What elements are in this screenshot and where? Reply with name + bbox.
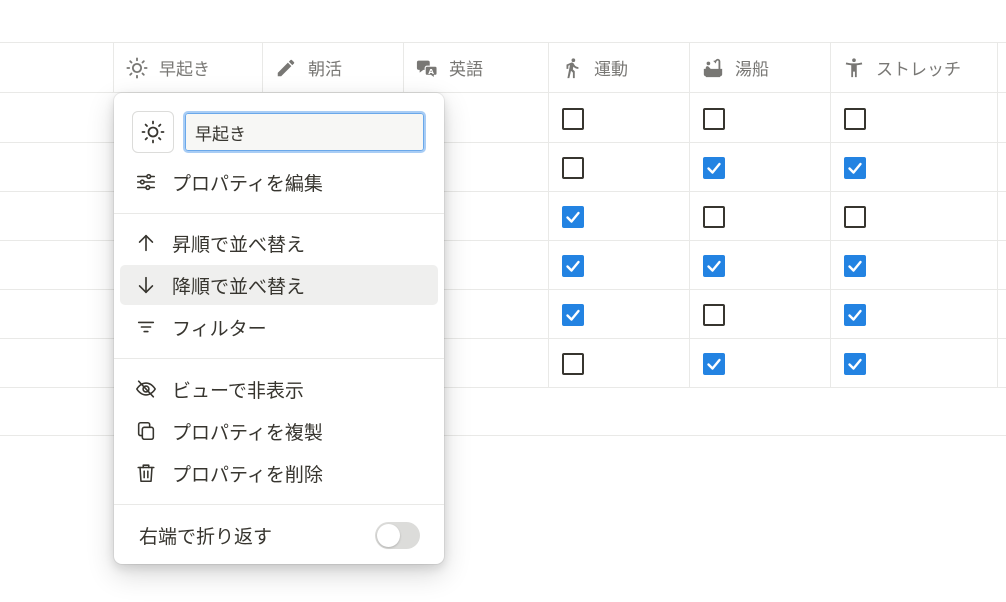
column-header-yubune[interactable]: 湯船	[689, 43, 830, 92]
column-divider	[830, 42, 831, 388]
sort-ascending-item[interactable]: 昇順で並べ替え	[120, 223, 438, 263]
checkbox[interactable]	[703, 304, 725, 326]
stretch-icon	[842, 56, 866, 80]
duplicate-property-label: プロパティを複製	[172, 421, 323, 444]
column-header-stretch[interactable]: ストレッチ	[830, 43, 997, 92]
edit-property-item[interactable]: プロパティを編集	[120, 162, 438, 202]
checkmark-icon	[566, 211, 580, 223]
sort-descending-item[interactable]: 降順で並べ替え	[120, 265, 438, 305]
database-table-view: 早起き 朝活 A 英語 運動 湯船 ストレッチ 早起き プロパティを編集 昇順で…	[0, 0, 1006, 602]
checkbox[interactable]	[703, 157, 725, 179]
checkmark-icon	[707, 260, 721, 272]
menu-separator	[114, 504, 444, 505]
property-name-input[interactable]	[183, 111, 426, 153]
column-header-label: 運動	[594, 60, 628, 80]
checkbox[interactable]	[844, 304, 866, 326]
checkbox[interactable]	[844, 206, 866, 228]
filter-label: フィルター	[172, 317, 267, 340]
column-divider	[548, 42, 549, 388]
running-icon	[560, 56, 584, 80]
pencil-icon	[274, 56, 298, 80]
filter-item[interactable]: フィルター	[120, 307, 438, 347]
svg-text:A: A	[428, 66, 434, 75]
delete-property-label: プロパティを削除	[172, 463, 323, 486]
menu-separator	[114, 213, 444, 214]
duplicate-property-item[interactable]: プロパティを複製	[120, 411, 438, 451]
column-header-label: ストレッチ	[876, 60, 961, 80]
column-divider	[997, 42, 998, 388]
arrow-down-icon	[134, 273, 158, 297]
checkmark-icon	[707, 162, 721, 174]
sun-icon	[125, 56, 149, 80]
checkmark-icon	[566, 260, 580, 272]
eye-off-icon	[134, 377, 158, 401]
checkbox[interactable]	[844, 353, 866, 375]
checkbox[interactable]	[703, 206, 725, 228]
toggle-knob	[377, 524, 400, 547]
checkmark-icon	[566, 309, 580, 321]
translate-icon: A	[415, 56, 439, 80]
checkmark-icon	[848, 309, 862, 321]
column-divider	[689, 42, 690, 388]
menu-separator	[114, 358, 444, 359]
checkbox[interactable]	[844, 108, 866, 130]
checkbox[interactable]	[844, 157, 866, 179]
arrow-up-icon	[134, 231, 158, 255]
filter-icon	[134, 315, 158, 339]
checkbox[interactable]	[703, 108, 725, 130]
wrap-column-label: 右端で折り返す	[139, 526, 273, 548]
sliders-icon	[134, 170, 158, 194]
checkbox[interactable]	[562, 206, 584, 228]
trash-icon	[134, 461, 158, 485]
checkbox[interactable]	[703, 353, 725, 375]
checkbox[interactable]	[844, 255, 866, 277]
property-menu: プロパティを編集 昇順で並べ替え 降順で並べ替え	[114, 93, 444, 564]
checkbox[interactable]	[562, 108, 584, 130]
wrap-column-toggle[interactable]	[375, 522, 420, 549]
property-icon-button[interactable]	[132, 111, 174, 153]
sort-descending-label: 降順で並べ替え	[172, 275, 306, 298]
checkmark-icon	[707, 358, 721, 370]
checkbox[interactable]	[562, 157, 584, 179]
checkmark-icon	[848, 260, 862, 272]
delete-property-item[interactable]: プロパティを削除	[120, 453, 438, 493]
checkbox[interactable]	[703, 255, 725, 277]
duplicate-icon	[134, 419, 158, 443]
column-header-label: 早起き	[159, 60, 210, 80]
checkbox[interactable]	[562, 304, 584, 326]
column-header-label: 湯船	[735, 60, 769, 80]
sort-ascending-label: 昇順で並べ替え	[172, 233, 306, 256]
sun-icon	[141, 120, 165, 144]
column-header-hayaoki[interactable]: 早起き	[113, 43, 262, 92]
checkbox[interactable]	[562, 353, 584, 375]
hide-in-view-item[interactable]: ビューで非表示	[120, 369, 438, 409]
checkmark-icon	[848, 162, 862, 174]
column-header-asakatsu[interactable]: 朝活	[262, 43, 403, 92]
hide-in-view-label: ビューで非表示	[172, 379, 304, 402]
column-header-label: 英語	[449, 60, 483, 80]
bathtub-icon	[701, 56, 725, 80]
column-header-undou[interactable]: 運動	[548, 43, 689, 92]
column-header-label: 朝活	[308, 60, 342, 80]
checkbox[interactable]	[562, 255, 584, 277]
edit-property-label: プロパティを編集	[172, 172, 323, 195]
column-header-eigo[interactable]: A 英語	[403, 43, 548, 92]
checkmark-icon	[848, 358, 862, 370]
